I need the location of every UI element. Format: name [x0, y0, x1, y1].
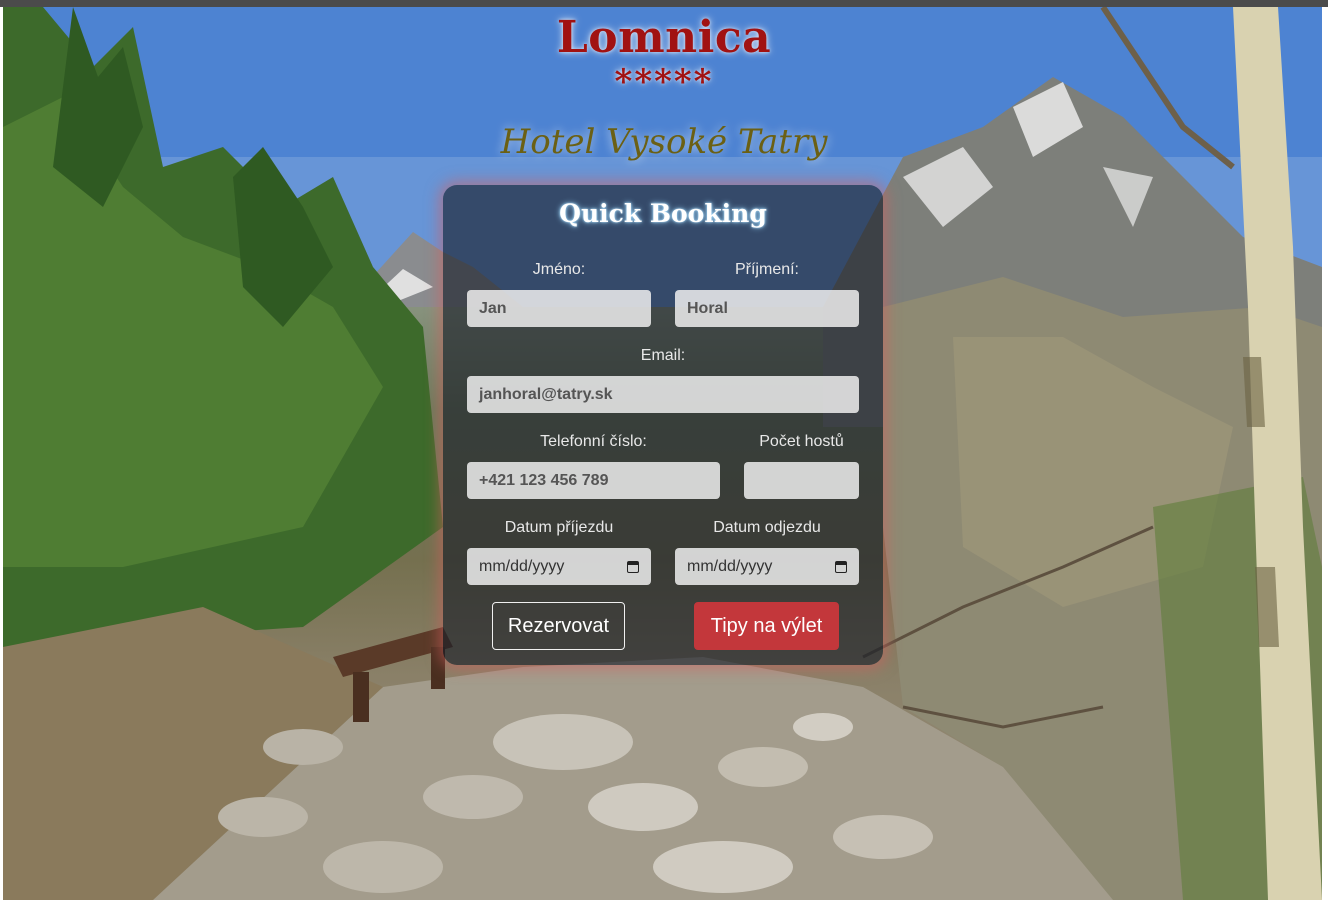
departure-date-input[interactable]: mm/dd/yyyy	[675, 548, 859, 585]
phone-input[interactable]: +421 123 456 789	[467, 462, 720, 499]
page: Lomnica ***** Hotel Vysoké Tatry Quick B…	[0, 0, 1328, 900]
calendar-icon[interactable]	[835, 560, 847, 573]
last-name-label: Příjmení:	[734, 261, 799, 278]
first-name-input[interactable]: Jan	[467, 290, 651, 327]
guests-label: Počet hostů	[759, 433, 844, 450]
arrival-date-input[interactable]: mm/dd/yyyy	[467, 548, 651, 585]
departure-date-label: Datum odjezdu	[713, 519, 821, 536]
form-title: Quick Booking	[559, 199, 767, 228]
email-label: Email:	[640, 347, 686, 364]
hotel-name: Lomnica	[556, 12, 772, 63]
guests-input[interactable]	[744, 462, 859, 499]
hotel-subtitle: Hotel Vysoké Tatry	[500, 122, 828, 162]
last-name-input[interactable]: Horal	[675, 290, 859, 327]
trip-tips-button[interactable]: Tipy na výlet	[694, 602, 839, 650]
star-rating: *****	[614, 62, 714, 102]
quick-booking-form: Quick Booking Jméno: Příjmení: Jan Horal…	[443, 185, 883, 665]
calendar-icon[interactable]	[627, 560, 639, 573]
first-name-label: Jméno:	[532, 261, 586, 278]
browser-top-bar	[0, 0, 1328, 7]
reserve-button[interactable]: Rezervovat	[492, 602, 625, 650]
departure-date-placeholder: mm/dd/yyyy	[687, 557, 773, 575]
email-input[interactable]: janhoral@tatry.sk	[467, 376, 859, 413]
arrival-date-label: Datum příjezdu	[504, 519, 614, 536]
arrival-date-placeholder: mm/dd/yyyy	[479, 557, 565, 575]
phone-label: Telefonní číslo:	[540, 433, 647, 450]
